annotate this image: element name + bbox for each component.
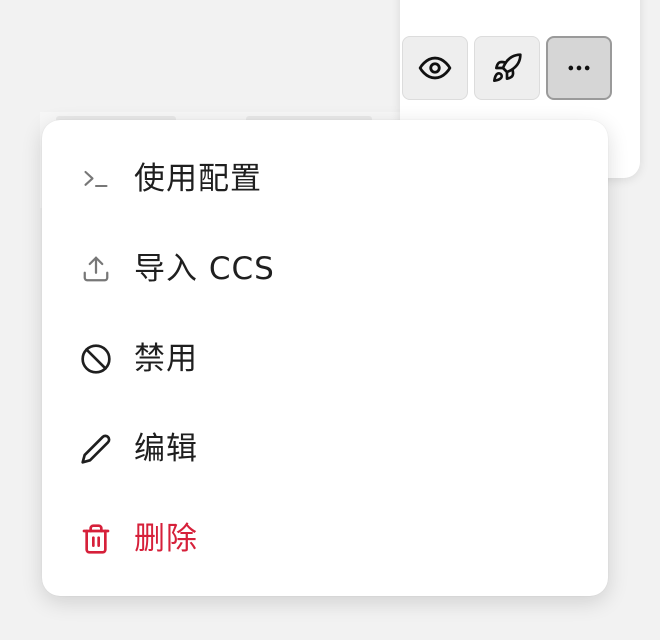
upload-icon [80,253,112,285]
menu-item-label: 编辑 [134,430,198,467]
menu-item-delete[interactable]: 删除 [42,494,608,584]
more-options-menu: 使用配置 导入 CCS 禁用 编辑 删除 [42,120,608,596]
menu-item-label: 导入 CCS [134,250,275,287]
preview-button[interactable] [402,36,468,100]
menu-item-use-config[interactable]: 使用配置 [42,134,608,224]
more-horizontal-icon [565,54,593,82]
menu-item-label: 使用配置 [134,160,262,197]
ban-icon [80,343,112,375]
rocket-icon [491,52,523,84]
more-options-button[interactable] [546,36,612,100]
menu-item-label: 禁用 [134,340,198,377]
menu-item-edit[interactable]: 编辑 [42,404,608,494]
trash-icon [80,523,112,555]
card-actions [402,36,612,100]
eye-icon [418,51,452,85]
menu-item-import-ccs[interactable]: 导入 CCS [42,224,608,314]
pencil-icon [80,433,112,465]
menu-item-disable[interactable]: 禁用 [42,314,608,404]
launch-button[interactable] [474,36,540,100]
menu-item-label: 删除 [134,520,198,557]
terminal-icon [80,163,112,195]
screen: 使用配置 导入 CCS 禁用 编辑 删除 [0,0,660,640]
